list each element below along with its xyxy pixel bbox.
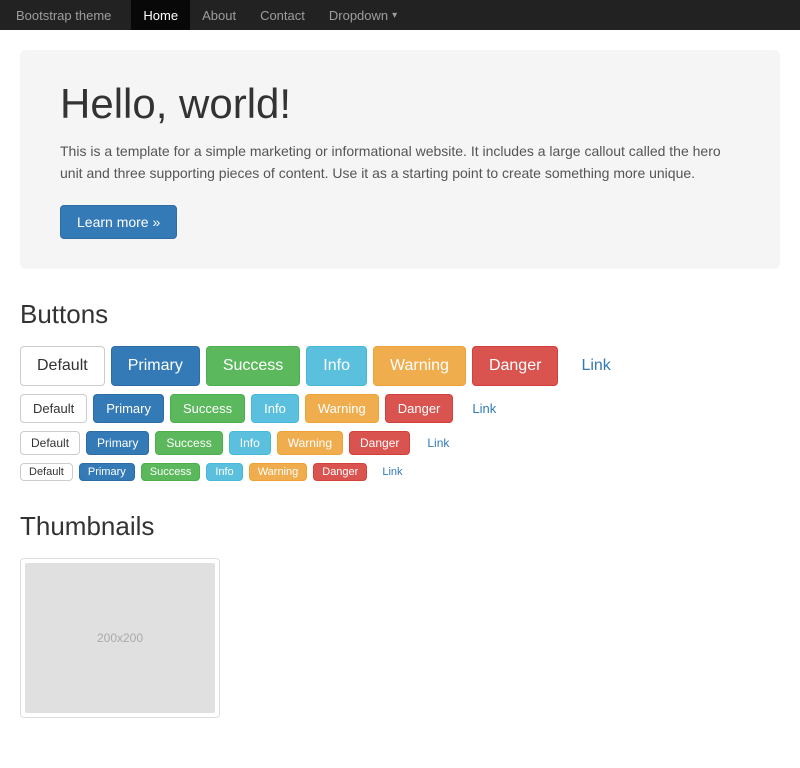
buttons-section: Buttons Default Primary Success Info War… bbox=[20, 299, 780, 481]
button-row-md: Default Primary Success Info Warning Dan… bbox=[20, 394, 780, 423]
navbar-brand[interactable]: Bootstrap theme bbox=[16, 8, 111, 23]
btn-danger-xs[interactable]: Danger bbox=[313, 463, 367, 481]
btn-default-xs[interactable]: Default bbox=[20, 463, 73, 481]
btn-success-sm[interactable]: Success bbox=[155, 431, 222, 455]
btn-info-md[interactable]: Info bbox=[251, 394, 299, 423]
btn-success-md[interactable]: Success bbox=[170, 394, 245, 423]
btn-danger-lg[interactable]: Danger bbox=[472, 346, 558, 386]
btn-danger-md[interactable]: Danger bbox=[385, 394, 454, 423]
nav-item-home[interactable]: Home bbox=[131, 0, 190, 30]
btn-primary-lg[interactable]: Primary bbox=[111, 346, 200, 386]
buttons-section-title: Buttons bbox=[20, 299, 780, 330]
btn-link-sm[interactable]: Link bbox=[416, 431, 460, 455]
button-row-sm: Default Primary Success Info Warning Dan… bbox=[20, 431, 780, 455]
main-content: Hello, world! This is a template for a s… bbox=[20, 30, 780, 768]
btn-success-xs[interactable]: Success bbox=[141, 463, 201, 481]
btn-info-lg[interactable]: Info bbox=[306, 346, 367, 386]
thumbnail-image: 200x200 bbox=[25, 563, 215, 713]
btn-warning-sm[interactable]: Warning bbox=[277, 431, 343, 455]
nav-item-dropdown[interactable]: Dropdown ▾ bbox=[317, 0, 409, 30]
button-row-lg: Default Primary Success Info Warning Dan… bbox=[20, 346, 780, 386]
btn-success-lg[interactable]: Success bbox=[206, 346, 300, 386]
btn-primary-md[interactable]: Primary bbox=[93, 394, 164, 423]
btn-primary-xs[interactable]: Primary bbox=[79, 463, 135, 481]
btn-link-lg[interactable]: Link bbox=[564, 346, 627, 386]
hero-title: Hello, world! bbox=[60, 80, 740, 128]
thumbnail-label: 200x200 bbox=[97, 631, 143, 645]
btn-warning-xs[interactable]: Warning bbox=[249, 463, 308, 481]
thumbnail-item[interactable]: 200x200 bbox=[20, 558, 220, 718]
thumbnails-section-title: Thumbnails bbox=[20, 511, 780, 542]
navbar: Bootstrap theme Home About Contact Dropd… bbox=[0, 0, 800, 30]
thumbnails-section: Thumbnails 200x200 bbox=[20, 511, 780, 718]
btn-default-sm[interactable]: Default bbox=[20, 431, 80, 455]
btn-link-xs[interactable]: Link bbox=[373, 463, 411, 481]
learn-more-button[interactable]: Learn more » bbox=[60, 205, 177, 239]
btn-danger-sm[interactable]: Danger bbox=[349, 431, 410, 455]
nav-item-contact[interactable]: Contact bbox=[248, 0, 317, 30]
btn-warning-lg[interactable]: Warning bbox=[373, 346, 466, 386]
btn-warning-md[interactable]: Warning bbox=[305, 394, 379, 423]
btn-default-md[interactable]: Default bbox=[20, 394, 87, 423]
nav-item-about[interactable]: About bbox=[190, 0, 248, 30]
btn-primary-sm[interactable]: Primary bbox=[86, 431, 149, 455]
btn-default-lg[interactable]: Default bbox=[20, 346, 105, 386]
btn-link-md[interactable]: Link bbox=[459, 394, 509, 423]
button-row-xs: Default Primary Success Info Warning Dan… bbox=[20, 463, 780, 481]
btn-info-xs[interactable]: Info bbox=[206, 463, 242, 481]
hero-unit: Hello, world! This is a template for a s… bbox=[20, 50, 780, 269]
btn-info-sm[interactable]: Info bbox=[229, 431, 271, 455]
nav-items: Home About Contact Dropdown ▾ bbox=[131, 0, 409, 30]
dropdown-arrow-icon: ▾ bbox=[392, 10, 397, 21]
hero-description: This is a template for a simple marketin… bbox=[60, 140, 740, 185]
